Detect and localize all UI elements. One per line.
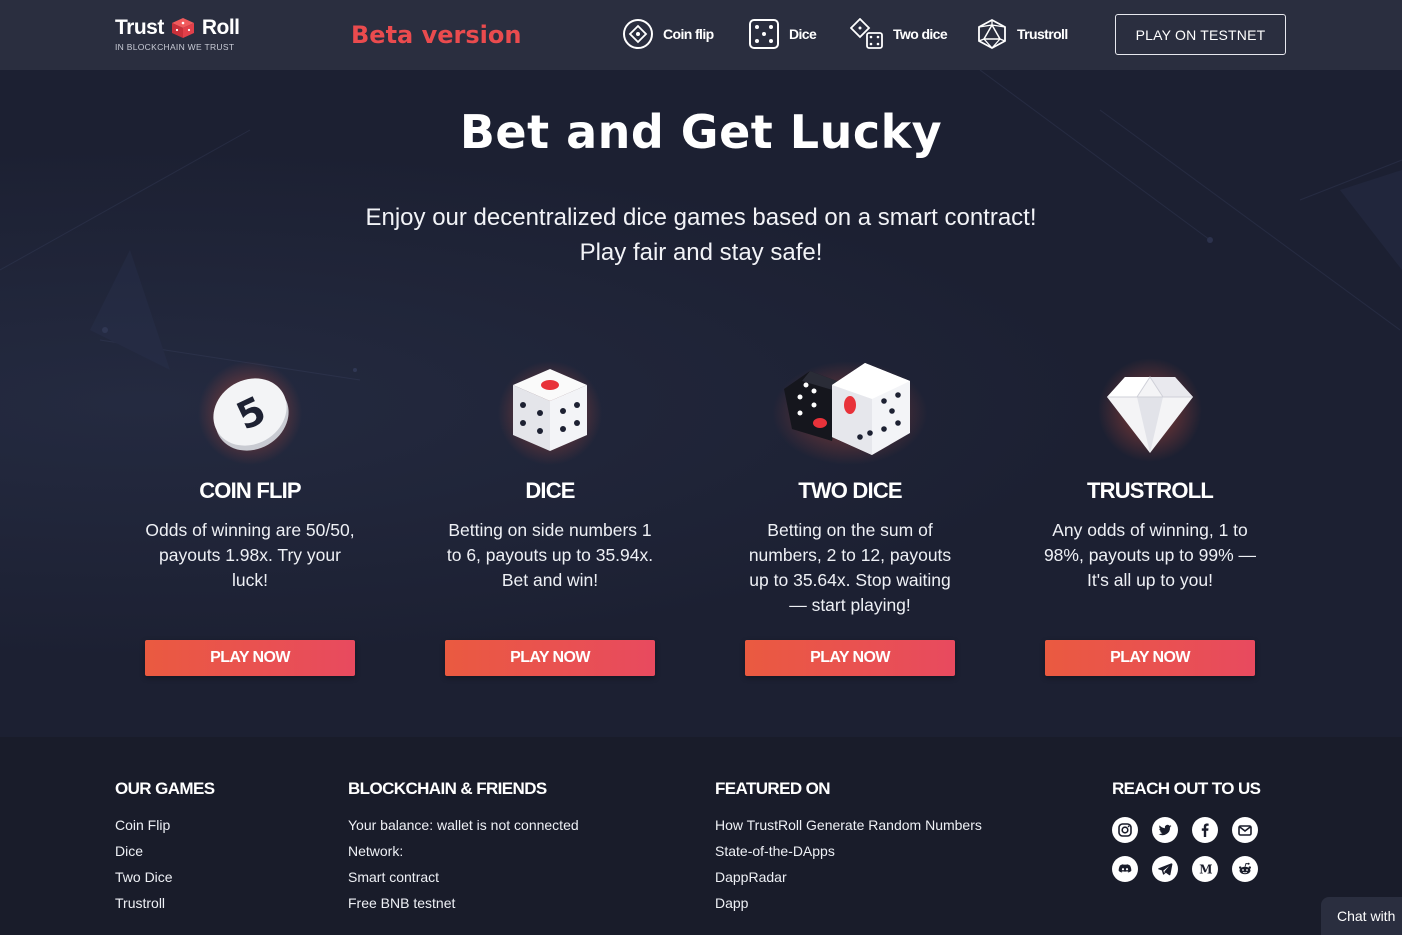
nav-two-dice[interactable]: Two dice [850, 17, 948, 51]
coin-icon [623, 19, 653, 49]
footer-featured: FEATURED ON How TrustRoll Generate Rando… [715, 779, 982, 921]
telegram-icon[interactable] [1152, 856, 1178, 882]
logo-text-trust: Trust [115, 16, 164, 39]
footer-link-coin-flip[interactable]: Coin Flip [115, 817, 214, 843]
medium-icon[interactable]: M [1192, 856, 1218, 882]
play-now-button[interactable]: PLAY NOW [1045, 640, 1255, 676]
logo[interactable]: Trust Roll IN BLOCKCHAIN WE TRUST [115, 16, 240, 52]
footer-our-games: OUR GAMES Coin Flip Dice Two Dice Trustr… [115, 779, 215, 921]
site-footer: OUR GAMES Coin Flip Dice Two Dice Trustr… [0, 737, 1402, 935]
game-title: DICE [525, 478, 575, 503]
chat-widget-tab[interactable]: Chat with [1321, 897, 1402, 935]
logo-tagline: IN BLOCKCHAIN WE TRUST [115, 42, 235, 52]
footer-link-free-bnb-testnet[interactable]: Free BNB testnet [348, 895, 579, 921]
game-card-trustroll: TRUSTROLL Any odds of winning, 1 to 98%,… [1000, 350, 1300, 676]
footer-link-trustroll[interactable]: Trustroll [115, 895, 214, 921]
site-header: Trust Roll IN BLOCKCHAIN WE TRUST Beta v… [0, 0, 1402, 70]
footer-link-two-dice[interactable]: Two Dice [115, 869, 214, 895]
game-title: TWO DICE [798, 478, 902, 503]
nav-coin-flip[interactable]: Coin flip [622, 17, 714, 51]
footer-heading: REACH OUT TO US [1112, 779, 1261, 798]
nav-label: Trustroll [1017, 26, 1068, 42]
game-description: Odds of winning are 50/50, payouts 1.98x… [145, 520, 355, 590]
footer-heading: FEATURED ON [715, 779, 831, 798]
network-text: Network: [348, 843, 404, 859]
footer-heading: OUR GAMES [115, 779, 215, 798]
play-now-button[interactable]: PLAY NOW [745, 640, 955, 676]
play-now-button[interactable]: PLAY NOW [145, 640, 355, 676]
coin-five-icon: 5 [198, 361, 302, 465]
game-card-two-dice: TWO DICE Betting on the sum of numbers, … [700, 350, 1000, 676]
nav-dice[interactable]: Dice [748, 17, 817, 51]
footer-link-dice[interactable]: Dice [115, 843, 214, 869]
footer-link-state-of-the-dapps[interactable]: State-of-the-DApps [715, 843, 982, 869]
trustroll-icon [978, 18, 1006, 50]
footer-link-random-numbers[interactable]: How TrustRoll Generate Random Numbers [715, 817, 982, 843]
diamond-icon [1098, 358, 1202, 462]
game-description: Betting on side numbers 1 to 6, payouts … [446, 520, 654, 590]
email-icon[interactable] [1232, 817, 1258, 843]
footer-link-dapp[interactable]: Dapp [715, 895, 982, 921]
two-dice-icon [772, 361, 928, 465]
nav-label: Dice [789, 26, 817, 42]
footer-reach-out: REACH OUT TO US M [1112, 779, 1261, 882]
play-on-testnet-button[interactable]: PLAY ON TESTNET [1115, 14, 1286, 55]
beta-version-label: Beta version [351, 21, 522, 49]
hero-subtitle-line2: Play fair and stay safe! [579, 239, 823, 266]
twitter-icon[interactable] [1152, 817, 1178, 843]
wallet-balance-text: Your balance: wallet is not connected [348, 817, 579, 833]
facebook-icon[interactable] [1192, 817, 1218, 843]
hero-subtitle-line1: Enjoy our decentralized dice games based… [365, 204, 1037, 231]
game-title: TRUSTROLL [1086, 478, 1214, 503]
game-card-dice: DICE Betting on side numbers 1 to 6, pay… [400, 350, 700, 676]
nav-trustroll[interactable]: Trustroll [976, 17, 1068, 51]
footer-blockchain: BLOCKCHAIN & FRIENDS Your balance: walle… [348, 779, 579, 921]
nav-label: Two dice [893, 26, 948, 42]
white-die-icon [498, 361, 602, 465]
game-card-coin-flip: 5 COIN FLIP Odds of winning are 50/50, p… [100, 350, 400, 676]
reddit-icon[interactable] [1232, 856, 1258, 882]
logo-dice-icon [171, 18, 194, 38]
game-description: Any odds of winning, 1 to 98%, payouts u… [1043, 520, 1257, 590]
game-title: COIN FLIP [199, 478, 301, 503]
footer-heading: BLOCKCHAIN & FRIENDS [348, 779, 547, 798]
two-dice-icon [850, 18, 883, 49]
game-description: Betting on the sum of numbers, 2 to 12, … [748, 520, 952, 615]
play-now-button[interactable]: PLAY NOW [445, 640, 655, 676]
logo-text-roll: Roll [201, 16, 240, 39]
hero-title: Bet and Get Lucky [459, 105, 943, 159]
social-icons: M [1112, 817, 1260, 882]
discord-icon[interactable] [1112, 856, 1138, 882]
instagram-icon[interactable] [1112, 817, 1138, 843]
dice-icon [749, 19, 779, 49]
footer-link-dappradar[interactable]: DappRadar [715, 869, 982, 895]
footer-link-smart-contract[interactable]: Smart contract [348, 869, 579, 895]
nav-label: Coin flip [663, 26, 714, 42]
svg-text:M: M [1199, 863, 1212, 877]
